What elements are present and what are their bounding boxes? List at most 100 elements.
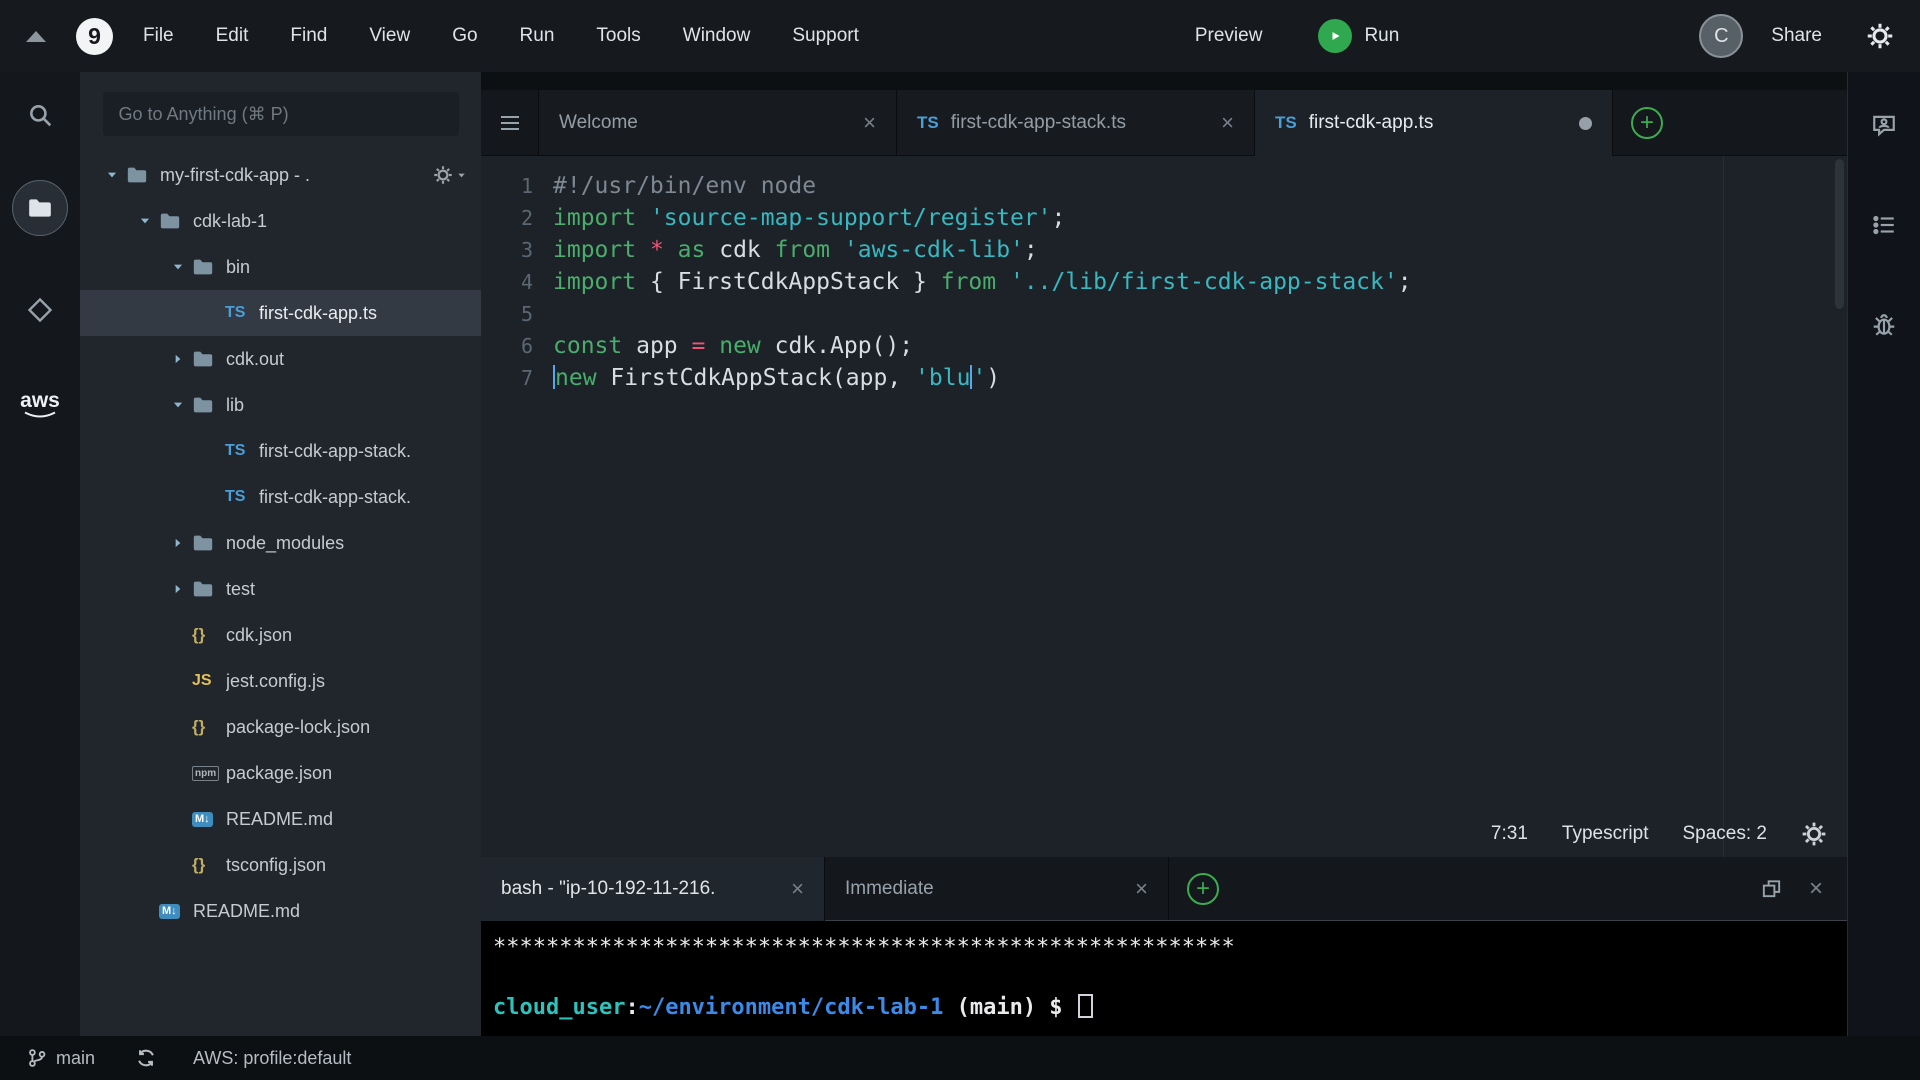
terminal-line-asterisks: ****************************************… <box>493 933 1847 963</box>
editor-column: Welcome× TS first-cdk-app-stack.ts × TS first… <box>481 72 1847 1036</box>
tree-item-label: tsconfig.json <box>226 855 326 876</box>
menu-item-file[interactable]: File <box>143 25 174 47</box>
environment-files-icon[interactable] <box>12 180 68 236</box>
code-line-7: 7new FirstCdkAppStack(app, 'blu') <box>481 362 1847 394</box>
close-panel-icon[interactable]: × <box>1809 877 1823 901</box>
menu-item-edit[interactable]: Edit <box>216 25 249 47</box>
tree-item-readme-md[interactable]: M↓README.md <box>80 796 481 842</box>
close-tab-icon[interactable]: × <box>1221 112 1234 134</box>
tree-item-label: cdk-lab-1 <box>193 211 267 232</box>
run-button[interactable]: Run <box>1318 19 1399 53</box>
tree-item-test[interactable]: test <box>80 566 481 612</box>
tree-item-first-cdk-app-ts[interactable]: TSfirst-cdk-app.ts <box>80 290 481 336</box>
aws-profile-status[interactable]: AWS: profile:default <box>193 1048 351 1069</box>
code-line-3: 3 import * as cdk from 'aws-cdk-lib'; <box>481 234 1847 266</box>
npm-file-icon: npm <box>192 766 226 781</box>
preview-button[interactable]: Preview <box>1195 25 1263 47</box>
tab-list-menu-icon[interactable] <box>481 90 539 155</box>
right-icon-rail <box>1847 72 1920 1036</box>
git-branch-button[interactable]: main <box>26 1047 95 1069</box>
editor-settings-gear-icon[interactable] <box>1801 821 1827 847</box>
project-settings-gear-icon[interactable] <box>433 165 467 185</box>
chevron-right-icon <box>164 352 192 366</box>
menu-items: File Edit Find View Go Run Tools Window Support <box>143 25 859 47</box>
folder-icon <box>192 348 226 370</box>
javascript-file-icon: JS <box>192 672 226 690</box>
tree-item-first-cdk-app-stack[interactable]: TSfirst-cdk-app-stack. <box>80 428 481 474</box>
run-label: Run <box>1364 25 1399 47</box>
menu-item-tools[interactable]: Tools <box>596 25 640 47</box>
preferences-gear-icon[interactable] <box>1866 22 1894 50</box>
terminal-cursor <box>1078 994 1093 1018</box>
aws-logo[interactable]: aws <box>20 390 60 420</box>
line-number: 1 <box>481 170 533 202</box>
terminal-tab-bar: bash - "ip-10-192-11-216.× Immediate × + × <box>481 857 1847 921</box>
terminal-tab-label: Immediate <box>845 878 934 900</box>
tree-item-jest-config-js[interactable]: JSjest.config.js <box>80 658 481 704</box>
editor-scrollbar[interactable] <box>1835 159 1844 309</box>
menu-item-run[interactable]: Run <box>520 25 555 47</box>
debugger-icon[interactable] <box>1871 312 1897 338</box>
new-terminal-tab-button[interactable]: + <box>1187 873 1219 905</box>
editor-tab-welcome[interactable]: Welcome× <box>539 90 897 155</box>
terminal-output[interactable]: ****************************************… <box>481 921 1847 1036</box>
menu-collapse-icon[interactable] <box>26 31 46 42</box>
editor-tab-label: first-cdk-app.ts <box>1309 112 1434 134</box>
tree-item-cdk-lab-1[interactable]: cdk-lab-1 <box>80 198 481 244</box>
terminal-tab-immediate[interactable]: Immediate × <box>825 857 1169 920</box>
git-branch-icon <box>26 1047 48 1069</box>
tree-item-lib[interactable]: lib <box>80 382 481 428</box>
markdown-file-icon: M↓ <box>159 904 193 919</box>
typescript-file-icon: TS <box>225 304 259 322</box>
new-editor-tab-button[interactable]: + <box>1631 107 1663 139</box>
cloud9-logo[interactable]: 9 <box>76 18 113 55</box>
language-mode[interactable]: Typescript <box>1562 823 1649 845</box>
cursor-position[interactable]: 7:31 <box>1491 823 1528 845</box>
tree-item-label: first-cdk-app-stack. <box>259 487 411 508</box>
typescript-icon: TS <box>1275 113 1297 133</box>
outline-icon[interactable] <box>1871 212 1897 238</box>
restore-panel-icon[interactable] <box>1760 877 1783 900</box>
collaborate-icon[interactable] <box>1871 112 1897 138</box>
editor-tab-first-cdk-app-stack-ts[interactable]: TSfirst-cdk-app-stack.ts× <box>897 90 1255 155</box>
tree-item-bin[interactable]: bin <box>80 244 481 290</box>
code-text: import 'source-map-support/register'; <box>553 202 1065 234</box>
tree-item-label: package.json <box>226 763 332 784</box>
goto-anything-input[interactable] <box>103 92 459 136</box>
menu-item-window[interactable]: Window <box>683 25 751 47</box>
terminal-prompt: cloud_user:~/environment/cdk-lab-1 (main… <box>493 993 1847 1023</box>
share-button[interactable]: Share <box>1771 25 1822 47</box>
tree-item-package-lock-json[interactable]: {}package-lock.json <box>80 704 481 750</box>
tree-item-readme-md[interactable]: M↓README.md <box>80 888 481 934</box>
search-icon[interactable] <box>27 102 53 128</box>
avatar[interactable]: C <box>1699 14 1743 58</box>
tree-item-first-cdk-app-stack[interactable]: TSfirst-cdk-app-stack. <box>80 474 481 520</box>
tree-item-label: node_modules <box>226 533 344 554</box>
tree-item-cdk-json[interactable]: {}cdk.json <box>80 612 481 658</box>
tree-item-tsconfig-json[interactable]: {}tsconfig.json <box>80 842 481 888</box>
tree-item-package-json[interactable]: npmpackage.json <box>80 750 481 796</box>
menu-item-support[interactable]: Support <box>792 25 859 47</box>
code-editor[interactable]: 1#!/usr/bin/env node2import 'source-map-… <box>481 156 1847 857</box>
tree-item-label: test <box>226 579 255 600</box>
editor-tab-first-cdk-app-ts[interactable]: TS first-cdk-app.ts <box>1255 90 1613 156</box>
menu-item-find[interactable]: Find <box>290 25 327 47</box>
source-control-icon[interactable] <box>26 296 54 324</box>
menu-item-view[interactable]: View <box>369 25 410 47</box>
tree-item-label: first-cdk-app.ts <box>259 303 377 324</box>
tree-item-label: cdk.out <box>226 349 284 370</box>
tree-item-cdk-out[interactable]: cdk.out <box>80 336 481 382</box>
close-tab-icon[interactable]: × <box>863 112 876 134</box>
line-number: 3 <box>481 234 533 266</box>
indent-setting[interactable]: Spaces: 2 <box>1683 823 1768 845</box>
editor-tab-label: first-cdk-app-stack.ts <box>951 112 1126 134</box>
code-text: #!/usr/bin/env node <box>553 170 816 202</box>
code-text: import * as cdk from 'aws-cdk-lib'; <box>553 234 1038 266</box>
close-tab-icon[interactable]: × <box>1135 878 1148 900</box>
tree-item-node-modules[interactable]: node_modules <box>80 520 481 566</box>
tree-item-my-first-cdk-app[interactable]: my-first-cdk-app - . <box>80 152 481 198</box>
menu-item-go[interactable]: Go <box>452 25 477 47</box>
close-tab-icon[interactable]: × <box>791 878 804 900</box>
terminal-tab-bash-ip-10-192-11-216[interactable]: bash - "ip-10-192-11-216.× <box>481 857 825 921</box>
sync-icon[interactable] <box>135 1047 157 1069</box>
